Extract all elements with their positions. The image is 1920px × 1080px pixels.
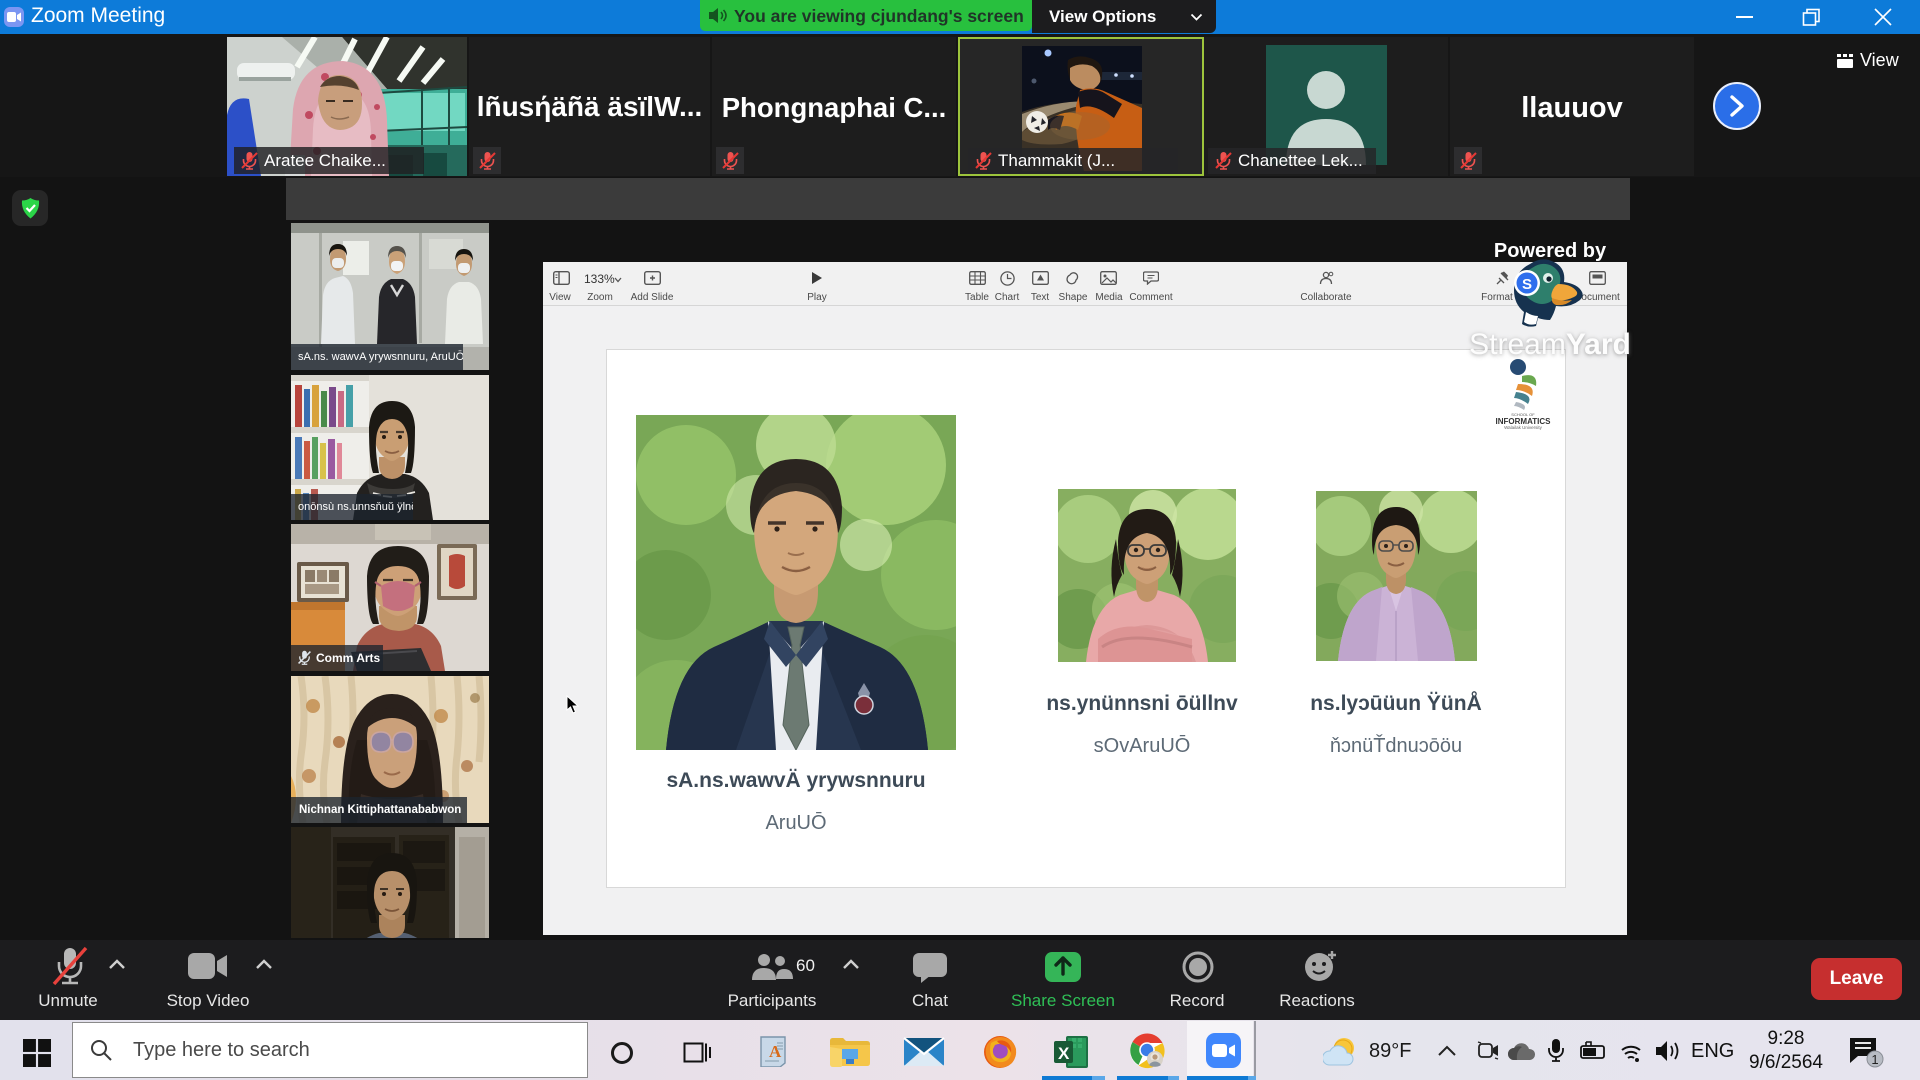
svg-text:A: A xyxy=(769,1042,782,1061)
svg-text:S: S xyxy=(1522,276,1532,293)
svg-text:1: 1 xyxy=(1871,1052,1878,1067)
svg-text:Walailak University: Walailak University xyxy=(1504,425,1543,430)
svg-text:X: X xyxy=(1058,1044,1070,1063)
